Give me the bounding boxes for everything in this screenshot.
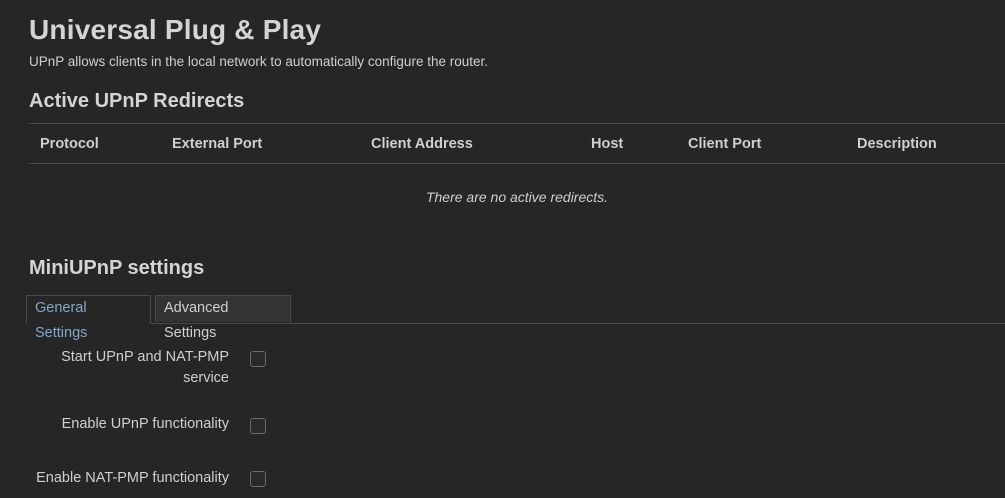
column-header-client-port: Client Port [688, 135, 762, 152]
upnp-page: Universal Plug & Play UPnP allows client… [0, 0, 1005, 498]
settings-tabs: General Settings Advanced Settings [26, 295, 1005, 341]
column-header-client-address: Client Address [371, 135, 473, 152]
column-header-external-port: External Port [172, 135, 263, 152]
start-service-checkbox[interactable] [250, 351, 266, 367]
tab-general-settings[interactable]: General Settings [26, 295, 151, 341]
page-description: UPnP allows clients in the local network… [29, 54, 488, 69]
column-header-description: Description [857, 135, 937, 152]
column-header-protocol: Protocol [40, 135, 99, 152]
redirects-table: Protocol External Port Client Address Ho… [29, 123, 1005, 230]
redirects-section-title: Active UPnP Redirects [29, 90, 245, 112]
option-label-enable-natpmp: Enable NAT-PMP functionality [36, 470, 229, 486]
column-header-host: Host [591, 135, 624, 152]
empty-redirects-message: There are no active redirects. [425, 189, 609, 205]
tab-advanced-settings[interactable]: Advanced Settings [155, 295, 291, 341]
enable-natpmp-checkbox[interactable] [250, 471, 266, 487]
empty-table-row: There are no active redirects. [29, 164, 1005, 231]
option-label-enable-upnp: Enable UPnP functionality [61, 416, 229, 432]
settings-section-title: MiniUPnP settings [29, 257, 205, 279]
enable-upnp-checkbox[interactable] [250, 418, 266, 434]
page-title: Universal Plug & Play [29, 14, 322, 45]
option-label-start-service: Start UPnP and NAT-PMP service [61, 349, 229, 386]
table-header-row: Protocol External Port Client Address Ho… [29, 123, 1005, 164]
